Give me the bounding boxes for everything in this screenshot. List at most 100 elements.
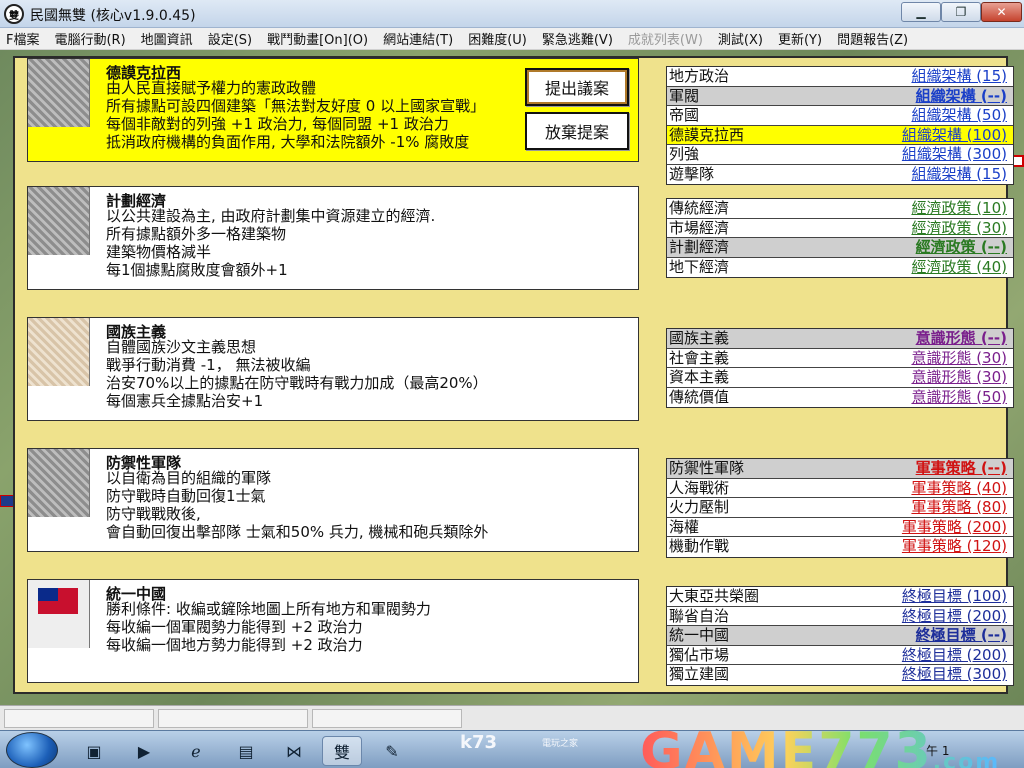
tray-clock: 午 1 — [926, 744, 950, 758]
option-row[interactable]: 傳統經濟 經濟政策 (10) — [667, 199, 1013, 219]
option-name: 傳統經濟 — [669, 199, 730, 217]
option-name: 帝國 — [669, 106, 700, 124]
option-category: 經濟政策 (40) — [911, 257, 1007, 276]
menu-item[interactable]: 網站連結(T) — [383, 29, 453, 48]
app-shortcut-icon[interactable]: ⋈ — [274, 736, 314, 766]
option-row[interactable]: 獨立建國 終極目標 (300) — [667, 665, 1013, 685]
option-name: 地下經濟 — [669, 257, 730, 276]
menu-item[interactable]: F檔案 — [6, 29, 39, 48]
menu-item[interactable]: 更新(Y) — [778, 29, 822, 48]
option-category: 組織架構 (--) — [915, 86, 1007, 105]
option-category: 意識形態 (--) — [915, 329, 1007, 347]
option-row[interactable]: 人海戰術 軍事策略 (40) — [667, 478, 1013, 498]
option-row[interactable]: 機動作戰 軍事策略 (120) — [667, 537, 1013, 557]
option-category: 軍事策略 (120) — [901, 537, 1007, 555]
policy-line: 每1個據點腐敗度會額外+1 — [106, 261, 288, 279]
option-row[interactable]: 帝國 組織架構 (50) — [667, 106, 1013, 126]
option-category: 意識形態 (30) — [911, 348, 1007, 367]
option-category: 終極目標 (300) — [901, 665, 1007, 683]
policy-card[interactable]: 國族主義 自體國族沙文主義思想 戰爭行動消費 -1， 無法被收編 治安70%以上的據點… — [27, 317, 639, 421]
option-list: 國族主義 意識形態 (--) 社會主義 意識形態 (30) 資本主義 意識形態 (30) 傳… — [666, 328, 1014, 408]
menu-item[interactable]: 電腦行動(R) — [54, 29, 125, 48]
menu-item[interactable]: 緊急逃難(V) — [542, 29, 613, 48]
option-list: 傳統經濟 經濟政策 (10) 市場經濟 經濟政策 (30) 計劃經濟 經濟政策 (--) 地… — [666, 198, 1014, 278]
option-name: 火力壓制 — [669, 498, 730, 516]
policy-line: 自體國族沙文主義思想 — [106, 338, 257, 356]
option-row[interactable]: 遊擊隊 組織架構 (15) — [667, 165, 1013, 185]
option-category: 終極目標 (200) — [901, 645, 1007, 664]
menu-item[interactable]: 問題報告(Z) — [837, 29, 908, 48]
option-row[interactable]: 德謨克拉西 組織架構 (100) — [667, 125, 1013, 145]
option-category: 終極目標 (200) — [901, 606, 1007, 625]
option-category: 意識形態 (30) — [911, 368, 1007, 386]
option-row[interactable]: 傳統價值 意識形態 (50) — [667, 388, 1013, 408]
option-row[interactable]: 火力壓制 軍事策略 (80) — [667, 498, 1013, 518]
policy-line: 由人民直接賦予權力的憲政政體 — [106, 79, 317, 97]
map-flag-icon[interactable] — [0, 495, 14, 507]
option-name: 傳統價值 — [669, 387, 730, 406]
option-row[interactable]: 計劃經濟 經濟政策 (--) — [667, 238, 1013, 258]
option-row[interactable]: 聯省自治 終極目標 (200) — [667, 606, 1013, 626]
option-category: 經濟政策 (30) — [911, 218, 1007, 237]
option-row[interactable]: 地下經濟 經濟政策 (40) — [667, 258, 1013, 278]
policy-line: 所有據點額外多一格建築物 — [106, 225, 287, 243]
option-row[interactable]: 大東亞共榮圈 終極目標 (100) — [667, 587, 1013, 607]
option-row[interactable]: 統一中國 終極目標 (--) — [667, 626, 1013, 646]
paint-icon[interactable]: ✎ — [372, 736, 412, 766]
option-category: 軍事策略 (40) — [911, 478, 1007, 497]
browser-icon[interactable]: ℯ — [176, 736, 216, 766]
minimize-button[interactable]: ▁ — [901, 2, 941, 22]
option-row[interactable]: 市場經濟 經濟政策 (30) — [667, 218, 1013, 238]
policy-portrait-image — [28, 59, 90, 127]
menu-item[interactable]: 設定(S) — [208, 29, 252, 48]
option-list: 防禦性軍隊 軍事策略 (--) 人海戰術 軍事策略 (40) 火力壓制 軍事策略 (80)… — [666, 458, 1014, 558]
game-task-icon[interactable]: 雙 — [322, 736, 362, 766]
policy-line: 每個非敵對的列強 +1 政治力, 每個同盟 +1 政治力 — [106, 115, 449, 133]
abandon-button[interactable]: 放棄提案 — [525, 112, 629, 150]
menu-item[interactable]: 戰鬥動畫[On](O) — [267, 29, 368, 48]
policy-card[interactable]: 統一中國 勝利條件: 收編或鏟除地圖上所有地方和軍閥勢力 每收編一個軍閥勢力能得到 … — [27, 579, 639, 683]
policy-flag-image — [28, 580, 90, 648]
window-titlebar: 雙 民國無雙 (核心v1.9.0.45) ▁ ❐ ✕ — [0, 0, 1024, 28]
option-row[interactable]: 海權 軍事策略 (200) — [667, 518, 1013, 537]
policy-line: 建築物價格減半 — [106, 243, 212, 261]
policy-line: 所有據點可設四個建築「無法對友好度 0 以上國家宣戰」 — [106, 97, 486, 115]
menu-item[interactable]: 地圖資訊 — [141, 29, 193, 48]
status-cell — [4, 709, 154, 728]
option-row[interactable]: 軍閥 組織架構 (--) — [667, 86, 1013, 106]
option-name: 計劃經濟 — [669, 238, 730, 256]
option-name: 獨立建國 — [669, 665, 730, 683]
video-icon[interactable]: ▶ — [124, 736, 164, 766]
close-button[interactable]: ✕ — [981, 2, 1022, 22]
option-row[interactable]: 列強 組織架構 (300) — [667, 145, 1013, 165]
media-player-icon[interactable]: ▣ — [74, 736, 114, 766]
option-row[interactable]: 資本主義 意識形態 (30) — [667, 368, 1013, 388]
option-category: 組織架構 (300) — [901, 145, 1007, 163]
site-watermark-sub: 電玩之家 — [542, 739, 579, 749]
option-list: 大東亞共榮圈 終極目標 (100) 聯省自治 終極目標 (200) 統一中國 終極目標 (… — [666, 586, 1014, 686]
option-row[interactable]: 獨佔市場 終極目標 (200) — [667, 645, 1013, 665]
option-category: 終極目標 (--) — [915, 626, 1007, 644]
policy-card[interactable]: 防禦性軍隊 以自衛為目的組織的軍隊 防守戰時自動回復1士氣 防守戰戰敗後, 會自動回復出… — [27, 448, 639, 552]
propose-button[interactable]: 提出議案 — [525, 68, 629, 106]
policy-line: 治安70%以上的據點在防守戰時有戰力加成（最高20%） — [106, 374, 488, 392]
option-name: 獨佔市場 — [669, 645, 730, 664]
status-cell — [312, 709, 462, 728]
option-category: 經濟政策 (--) — [915, 238, 1007, 256]
folder-icon[interactable]: ▤ — [226, 736, 266, 766]
policy-description: 由人民直接賦予權力的憲政政體 所有據點可設四個建築「無法對友好度 0 以上國家宣戰… — [106, 79, 485, 151]
option-row[interactable]: 地方政治 組織架構 (15) — [667, 67, 1013, 87]
option-row[interactable]: 國族主義 意識形態 (--) — [667, 329, 1013, 349]
menu-item[interactable]: 測試(X) — [718, 29, 763, 48]
policy-line: 以公共建設為主, 由政府計劃集中資源建立的經濟. — [106, 207, 436, 225]
policy-card[interactable]: 計劃經濟 以公共建設為主, 由政府計劃集中資源建立的經濟. 所有據點額外多一格建築物… — [27, 186, 639, 290]
option-row[interactable]: 社會主義 意識形態 (30) — [667, 348, 1013, 368]
option-name: 國族主義 — [669, 329, 730, 347]
status-cell — [158, 709, 308, 728]
app-icon: 雙 — [4, 4, 24, 24]
option-name: 遊擊隊 — [669, 164, 715, 183]
start-button[interactable] — [6, 732, 58, 768]
menu-item[interactable]: 困難度(U) — [468, 29, 527, 48]
option-row[interactable]: 防禦性軍隊 軍事策略 (--) — [667, 459, 1013, 479]
maximize-button[interactable]: ❐ — [941, 2, 981, 22]
